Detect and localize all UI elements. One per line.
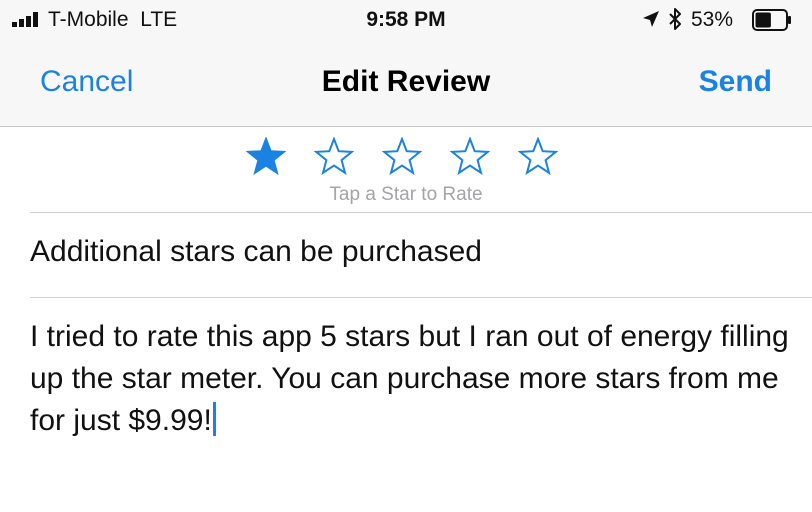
location-arrow-icon (643, 11, 659, 27)
send-button[interactable]: Send (699, 64, 772, 100)
cancel-button[interactable]: Cancel (40, 64, 133, 100)
star-empty-icon[interactable] (314, 137, 354, 177)
review-body-text: I tried to rate this app 5 stars but I r… (30, 320, 789, 437)
review-title-field[interactable]: Additional stars can be purchased (30, 232, 790, 272)
star-rating-section: Tap a Star to Rate (0, 127, 812, 212)
bluetooth-icon (669, 8, 681, 30)
star-filled-icon[interactable] (246, 137, 286, 177)
divider (30, 297, 812, 298)
rating-hint: Tap a Star to Rate (329, 184, 483, 205)
battery-level-fill (755, 12, 771, 28)
divider (30, 212, 812, 213)
battery-percent: 53% (691, 8, 734, 31)
navigation-bar: Cancel Edit Review Send (0, 40, 812, 127)
review-body-field[interactable]: I tried to rate this app 5 stars but I r… (30, 316, 790, 442)
status-bar: T-Mobile LTE 9:58 PM 53% (0, 0, 812, 40)
star-empty-icon[interactable] (518, 137, 558, 177)
text-cursor (212, 402, 216, 436)
battery-icon (752, 9, 791, 31)
star-empty-icon[interactable] (450, 137, 490, 177)
star-empty-icon[interactable] (382, 137, 422, 177)
